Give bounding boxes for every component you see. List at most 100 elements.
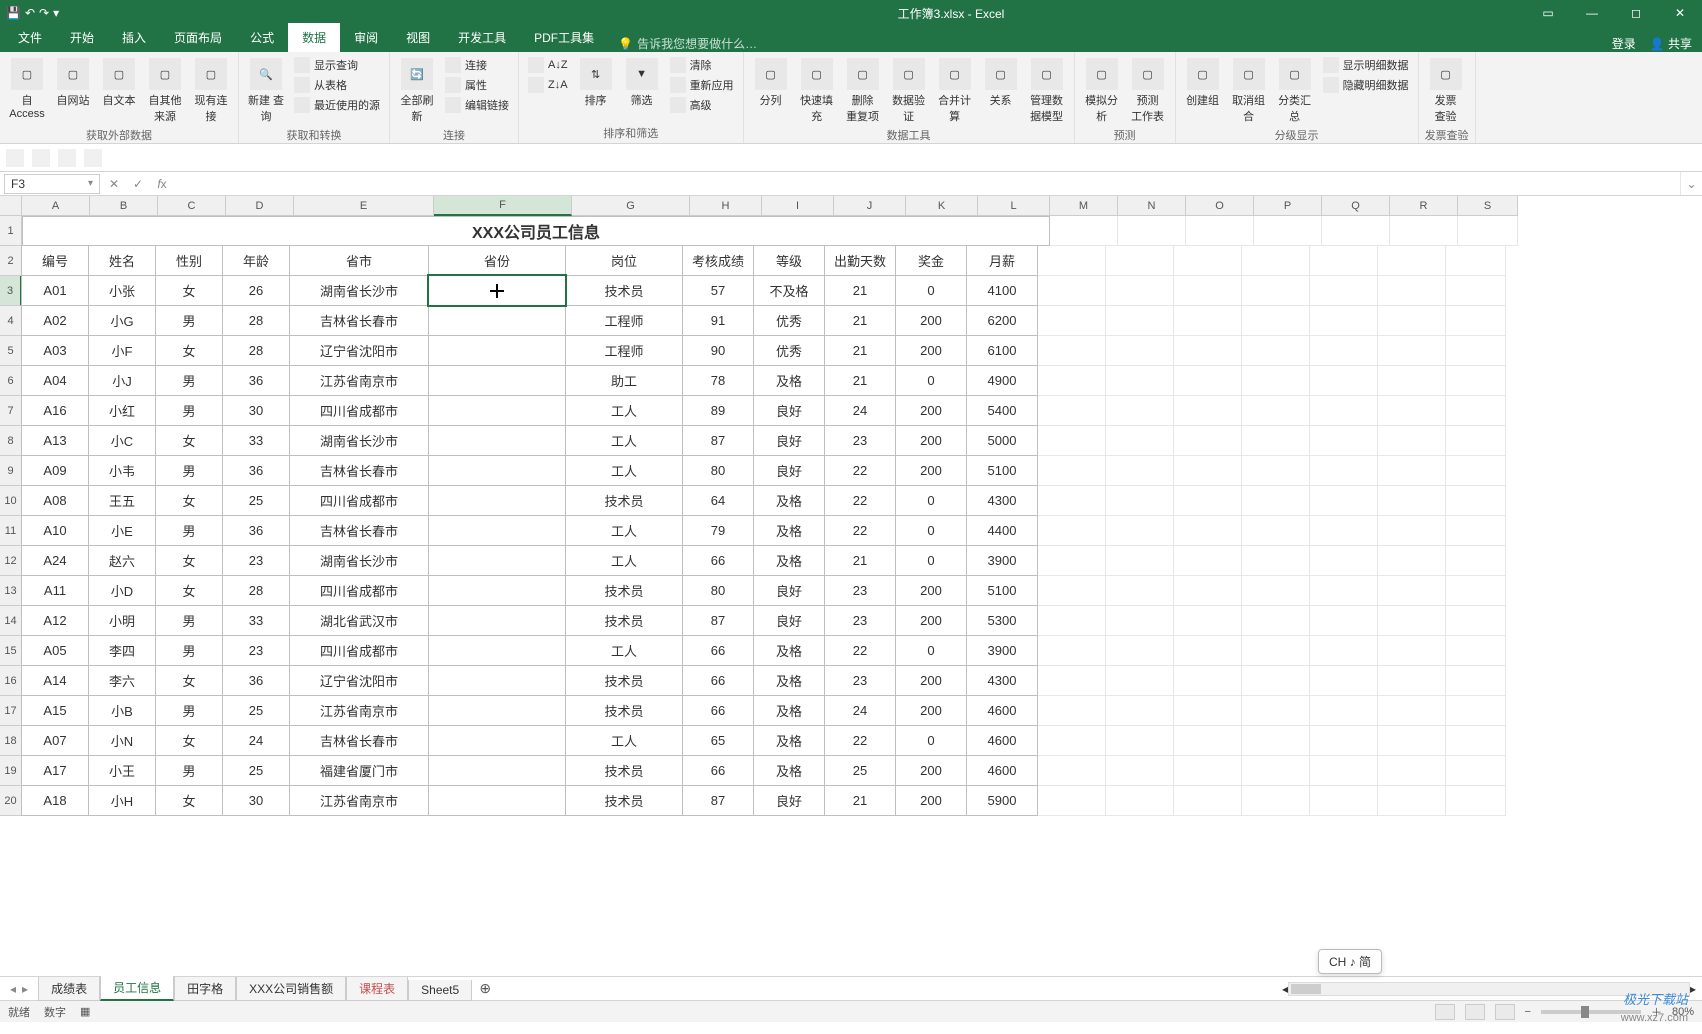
data-cell[interactable]	[1310, 396, 1378, 426]
data-cell[interactable]	[1378, 576, 1446, 606]
data-cell[interactable]: 23	[824, 605, 896, 636]
data-cell[interactable]	[1378, 726, 1446, 756]
row-header-14[interactable]: 14	[0, 606, 22, 636]
data-cell[interactable]: 良好	[753, 605, 825, 636]
data-cell[interactable]	[1378, 756, 1446, 786]
data-cell[interactable]: 200	[895, 605, 967, 636]
data-cell[interactable]: 辽宁省沈阳市	[289, 665, 429, 696]
data-cell[interactable]: A05	[21, 635, 89, 666]
tab-review[interactable]: 审阅	[340, 23, 392, 52]
data-cell[interactable]: 0	[895, 515, 967, 546]
data-cell[interactable]	[1038, 636, 1106, 666]
filter-button[interactable]: ▼筛选	[621, 56, 663, 110]
data-cell[interactable]	[1446, 486, 1506, 516]
data-cell[interactable]	[1446, 366, 1506, 396]
cell[interactable]	[1322, 216, 1390, 246]
row-header-17[interactable]: 17	[0, 696, 22, 726]
data-cell[interactable]: 湖北省武汉市	[289, 605, 429, 636]
data-cell[interactable]	[1038, 696, 1106, 726]
data-cell[interactable]: 21	[824, 305, 896, 336]
data-cell[interactable]	[1038, 276, 1106, 306]
data-cell[interactable]	[1378, 456, 1446, 486]
header-cell[interactable]: 月薪	[966, 245, 1038, 276]
data-cell[interactable]	[1106, 726, 1174, 756]
data-cell[interactable]: 女	[155, 665, 223, 696]
zoom-out-button[interactable]: −	[1525, 1006, 1531, 1018]
data-cell[interactable]: 33	[222, 605, 290, 636]
data-cell[interactable]	[1310, 366, 1378, 396]
data-cell[interactable]	[1106, 396, 1174, 426]
data-cell[interactable]: 及格	[753, 515, 825, 546]
data-cell[interactable]: 91	[682, 305, 754, 336]
sheet-tab[interactable]: XXX公司销售额	[236, 977, 346, 1001]
data-cell[interactable]	[1106, 336, 1174, 366]
data-cell[interactable]	[428, 785, 566, 816]
ribbon-small-button[interactable]: 最近使用的源	[291, 96, 383, 114]
data-cell[interactable]: A02	[21, 305, 89, 336]
ribbon-small-button[interactable]: 属性	[442, 76, 512, 94]
data-cell[interactable]	[1106, 786, 1174, 816]
row-header-8[interactable]: 8	[0, 426, 22, 456]
header-cell[interactable]	[1106, 246, 1174, 276]
data-cell[interactable]: 28	[222, 335, 290, 366]
data-cell[interactable]	[1242, 576, 1310, 606]
data-cell[interactable]	[1446, 276, 1506, 306]
data-cell[interactable]: 36	[222, 365, 290, 396]
data-cell[interactable]: 23	[222, 635, 290, 666]
data-cell[interactable]: 技术员	[565, 785, 683, 816]
tab-data[interactable]: 数据	[288, 23, 340, 52]
data-cell[interactable]: A18	[21, 785, 89, 816]
data-cell[interactable]: A14	[21, 665, 89, 696]
row-header-1[interactable]: 1	[0, 216, 22, 246]
data-cell[interactable]: 江苏省南京市	[289, 695, 429, 726]
ribbon-button[interactable]: ▢创建组	[1182, 56, 1224, 126]
data-cell[interactable]: 及格	[753, 545, 825, 576]
ribbon-small-button[interactable]: 连接	[442, 56, 512, 74]
row-header-7[interactable]: 7	[0, 396, 22, 426]
data-cell[interactable]	[1106, 576, 1174, 606]
scroll-right-icon[interactable]: ▸	[1690, 982, 1696, 996]
data-cell[interactable]: 福建省厦门市	[289, 755, 429, 786]
row-header-19[interactable]: 19	[0, 756, 22, 786]
cell[interactable]	[1050, 216, 1118, 246]
namebox-dropdown-icon[interactable]: ▾	[88, 178, 93, 189]
data-cell[interactable]	[1038, 756, 1106, 786]
data-cell[interactable]	[1378, 516, 1446, 546]
data-cell[interactable]	[1242, 516, 1310, 546]
header-cell[interactable]	[1174, 246, 1242, 276]
header-cell[interactable]: 姓名	[88, 245, 156, 276]
data-cell[interactable]	[1038, 516, 1106, 546]
data-cell[interactable]: 四川省成都市	[289, 485, 429, 516]
qat-more-icon[interactable]: ▾	[53, 6, 59, 20]
data-cell[interactable]: 5100	[966, 455, 1038, 486]
data-cell[interactable]: 小明	[88, 605, 156, 636]
data-cell[interactable]	[1446, 336, 1506, 366]
column-header-G[interactable]: G	[572, 196, 690, 216]
header-cell[interactable]: 性别	[155, 245, 223, 276]
data-cell[interactable]	[1174, 336, 1242, 366]
data-cell[interactable]: 200	[895, 755, 967, 786]
data-cell[interactable]: 及格	[753, 695, 825, 726]
data-cell[interactable]: 24	[824, 695, 896, 726]
data-cell[interactable]	[1174, 516, 1242, 546]
data-cell[interactable]	[1106, 276, 1174, 306]
data-cell[interactable]: 女	[155, 785, 223, 816]
select-all-corner[interactable]	[0, 196, 22, 216]
data-cell[interactable]	[1242, 306, 1310, 336]
data-cell[interactable]: A03	[21, 335, 89, 366]
data-cell[interactable]	[1310, 576, 1378, 606]
data-cell[interactable]: 技术员	[565, 605, 683, 636]
data-cell[interactable]: 22	[824, 725, 896, 756]
data-cell[interactable]	[1446, 456, 1506, 486]
data-cell[interactable]	[1174, 306, 1242, 336]
data-cell[interactable]	[1242, 396, 1310, 426]
data-cell[interactable]: 87	[682, 605, 754, 636]
data-cell[interactable]: 小E	[88, 515, 156, 546]
data-cell[interactable]: 200	[895, 695, 967, 726]
data-cell[interactable]: A10	[21, 515, 89, 546]
header-cell[interactable]: 岗位	[565, 245, 683, 276]
cell[interactable]	[1118, 216, 1186, 246]
data-cell[interactable]	[1310, 306, 1378, 336]
data-cell[interactable]: 4400	[966, 515, 1038, 546]
data-cell[interactable]: 200	[895, 665, 967, 696]
